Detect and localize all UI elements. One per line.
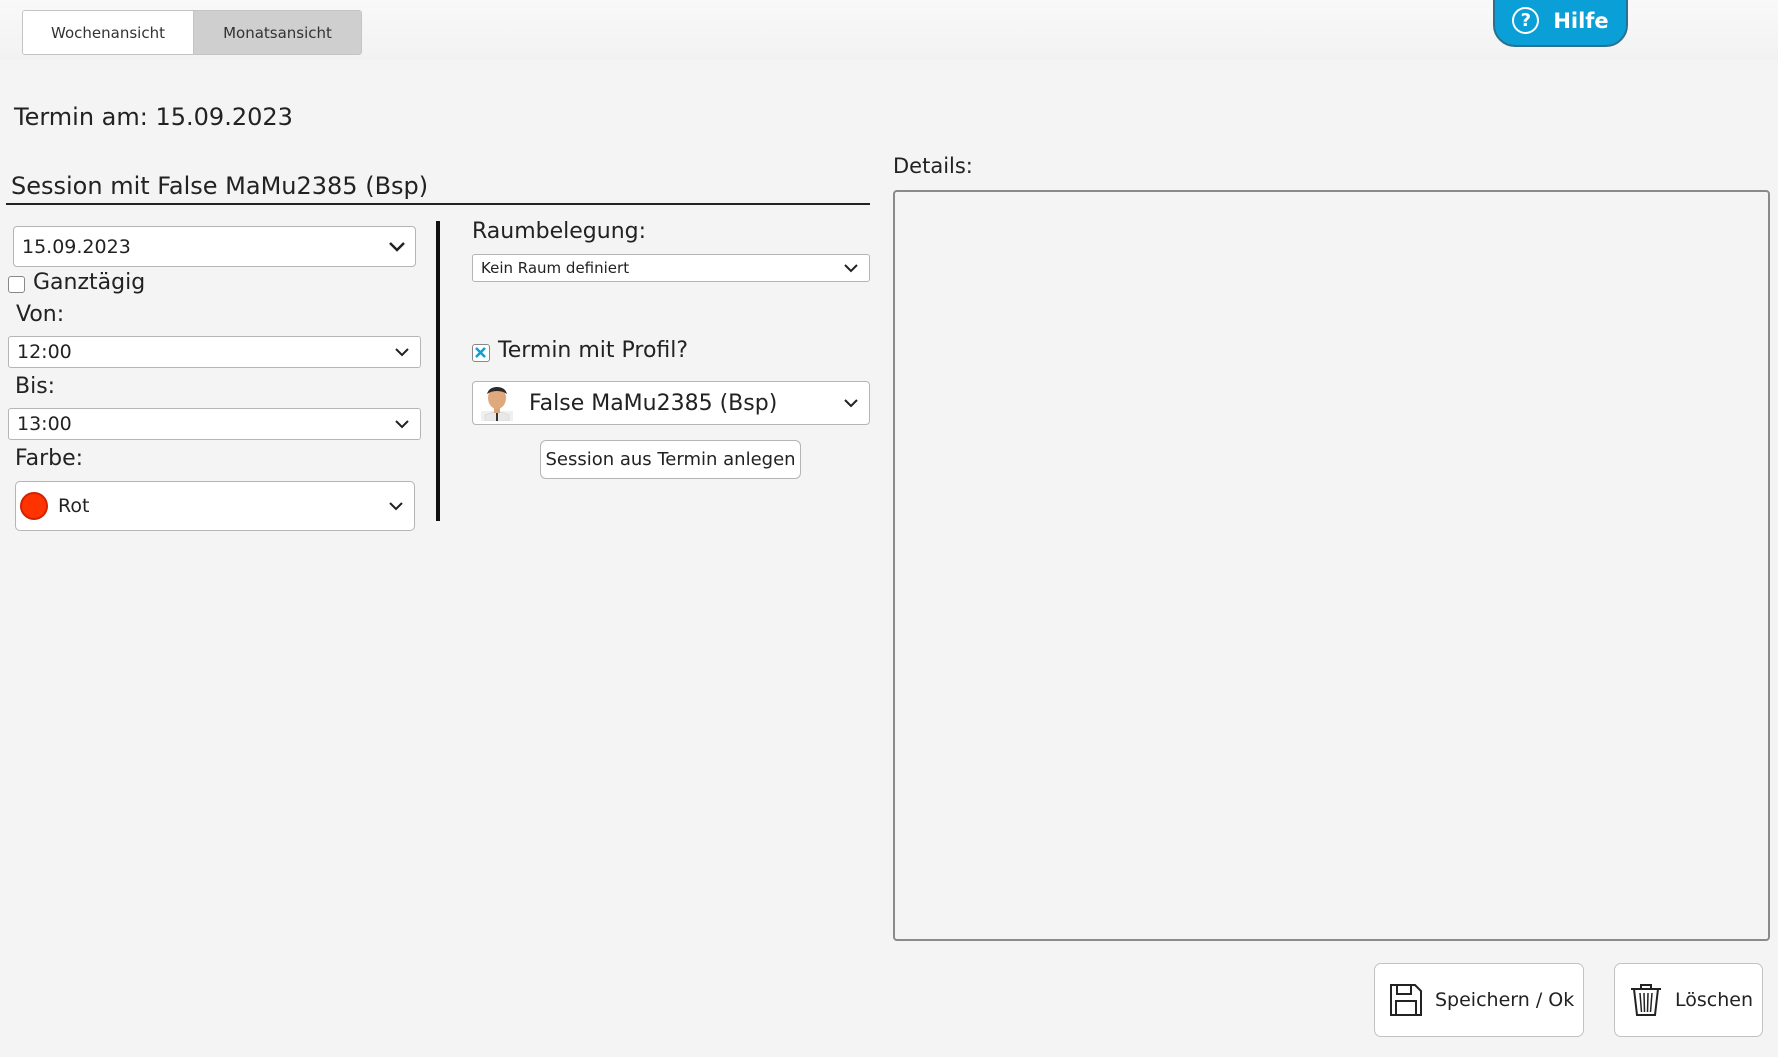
color-swatch-icon (20, 492, 48, 520)
details-label: Details: (893, 154, 973, 178)
tab-week-view[interactable]: Wochenansicht (23, 11, 194, 54)
color-select[interactable]: Rot (15, 481, 415, 531)
allday-label: Ganztägig (33, 270, 146, 295)
profile-select[interactable]: False MaMu2385 (Bsp) (472, 381, 870, 425)
room-select[interactable]: Kein Raum definiert (472, 254, 870, 282)
avatar-icon (481, 387, 513, 421)
view-toggle: Wochenansicht Monatsansicht (22, 10, 362, 55)
help-button[interactable]: ? Hilfe (1493, 0, 1628, 47)
chevron-down-icon (389, 502, 403, 511)
delete-label: Löschen (1675, 989, 1753, 1011)
date-select[interactable]: 15.09.2023 (13, 226, 416, 267)
help-label: Hilfe (1553, 8, 1609, 33)
checkmark-x-icon (475, 347, 486, 358)
color-value: Rot (58, 495, 90, 517)
to-time-select[interactable]: 13:00 (8, 408, 421, 440)
room-label: Raumbelegung: (472, 219, 647, 244)
allday-checkbox[interactable] (8, 276, 25, 293)
chevron-down-icon (844, 264, 858, 273)
profile-checkbox[interactable] (472, 344, 490, 362)
delete-button[interactable]: Löschen (1614, 963, 1763, 1037)
from-label: Von: (16, 302, 65, 327)
column-divider (436, 221, 440, 521)
profile-check-label: Termin mit Profil? (498, 338, 689, 363)
to-time-value: 13:00 (17, 413, 72, 435)
from-time-select[interactable]: 12:00 (8, 336, 421, 368)
trash-icon (1631, 984, 1661, 1016)
chevron-down-icon (844, 399, 858, 408)
details-textarea[interactable] (893, 190, 1770, 941)
chevron-down-icon (395, 348, 409, 357)
tab-month-view[interactable]: Monatsansicht (194, 11, 361, 54)
save-icon (1390, 984, 1422, 1016)
title-divider (6, 203, 870, 205)
save-button[interactable]: Speichern / Ok (1374, 963, 1584, 1037)
date-value: 15.09.2023 (22, 235, 131, 258)
chevron-down-icon (389, 241, 405, 252)
color-label: Farbe: (15, 446, 84, 471)
from-time-value: 12:00 (17, 341, 72, 363)
to-label: Bis: (15, 374, 56, 399)
help-icon: ? (1512, 7, 1540, 34)
chevron-down-icon (395, 420, 409, 429)
save-label: Speichern / Ok (1435, 989, 1575, 1011)
room-value: Kein Raum definiert (481, 259, 630, 277)
profile-value: False MaMu2385 (Bsp) (529, 390, 778, 416)
create-session-button[interactable]: Session aus Termin anlegen (540, 440, 801, 479)
appointment-date-heading: Termin am: 15.09.2023 (14, 103, 293, 131)
session-title: Session mit False MaMu2385 (Bsp) (11, 172, 429, 200)
